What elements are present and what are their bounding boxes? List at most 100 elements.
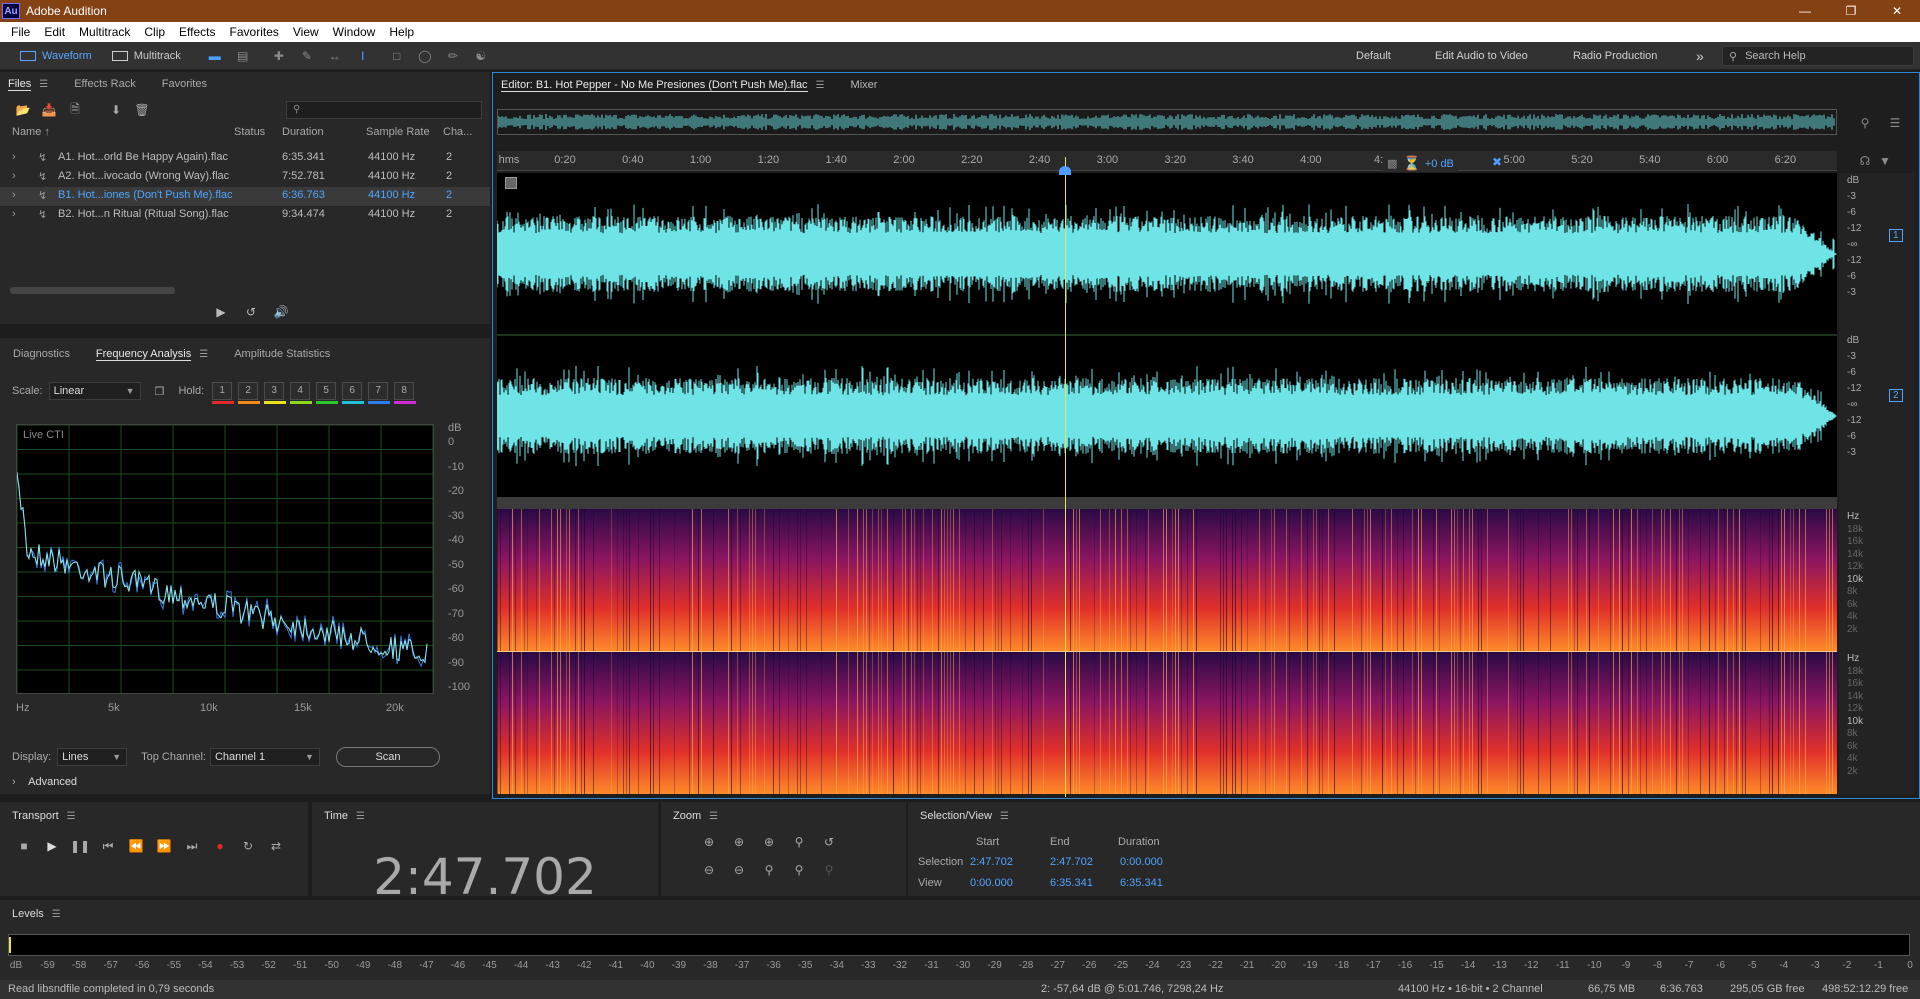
show-waveform-icon[interactable]: ▬ (207, 48, 223, 64)
spot-healing-icon[interactable]: ☯ (473, 48, 489, 64)
zoom-in-amplitude-icon[interactable]: ⊕ (701, 834, 717, 850)
pin-icon[interactable]: ✖ (1489, 154, 1505, 170)
close-icon[interactable]: ✕ (1874, 0, 1920, 22)
search-help-field[interactable]: ⚲ Search Help (1722, 46, 1914, 66)
menu-favorites[interactable]: Favorites (223, 25, 286, 39)
zoom-selection-left-icon[interactable]: ⚲ (761, 862, 777, 878)
file-search-input[interactable]: ⚲ (286, 101, 482, 119)
panel-menu-icon[interactable]: ☰ (199, 349, 208, 360)
overview-bar[interactable] (497, 109, 1837, 135)
volume-knob-icon[interactable]: ⏳ (1403, 155, 1420, 172)
zoom-in-time-icon[interactable]: ⊕ (731, 834, 747, 850)
panel-menu-icon[interactable]: ☰ (709, 811, 718, 822)
marquee-tool-icon[interactable]: □ (389, 48, 405, 64)
pause-icon[interactable]: ❚❚ (70, 838, 90, 854)
workspace-default[interactable]: Default (1356, 42, 1391, 70)
stop-icon[interactable]: ■ (16, 838, 32, 854)
tab-frequency-analysis[interactable]: Frequency Analysis ☰ (95, 348, 208, 361)
multitrack-mode-button[interactable]: Multitrack (102, 46, 191, 66)
zoom-out-full-icon[interactable]: ⚲ (821, 862, 837, 878)
new-file-icon[interactable]: 🗎 (67, 102, 83, 118)
menu-file[interactable]: File (4, 25, 37, 39)
panel-menu-icon[interactable]: ☰ (39, 79, 48, 90)
menu-window[interactable]: Window (326, 25, 383, 39)
zoom-selection-right-icon[interactable]: ⚲ (791, 862, 807, 878)
level-meter[interactable] (8, 934, 1910, 956)
skip-selection-icon[interactable]: ⇄ (268, 838, 284, 854)
file-row[interactable]: › ↯ B1. Hot...iones (Don't Push Me).flac 6:… (0, 187, 490, 206)
chevron-right-icon[interactable]: › (12, 170, 16, 182)
workspace-edit-audio-to-video[interactable]: Edit Audio to Video (1435, 42, 1528, 70)
selection-start-value[interactable]: 2:47.702 (970, 856, 1013, 868)
scale-dropdown[interactable]: Linear ▼ (48, 382, 141, 400)
zoom-reset-icon[interactable]: ↺ (821, 834, 837, 850)
open-file-icon[interactable]: 📂 (15, 102, 31, 118)
file-row[interactable]: › ↯ B2. Hot...n Ritual (Ritual Song).flac 9… (0, 206, 490, 225)
loop-preview-icon[interactable]: ↺ (243, 304, 259, 320)
tab-files[interactable]: Files ☰ (8, 78, 48, 91)
menu-help[interactable]: Help (382, 25, 421, 39)
zoom-in-both-icon[interactable]: ⊕ (761, 834, 777, 850)
panel-menu-icon[interactable]: ☰ (52, 909, 61, 920)
selection-duration-value[interactable]: 0:00.000 (1120, 856, 1163, 868)
panel-menu-icon[interactable]: ☰ (67, 811, 76, 822)
spectral-divider[interactable] (497, 497, 1837, 509)
zoom-to-selection-icon[interactable]: ⚲ (791, 834, 807, 850)
brush-tool-icon[interactable]: ✏ (445, 48, 461, 64)
tab-effects-rack[interactable]: Effects Rack (74, 78, 136, 90)
razor-tool-icon[interactable]: ✎ (299, 48, 315, 64)
menu-multitrack[interactable]: Multitrack (72, 25, 137, 39)
column-sample-rate[interactable]: Sample Rate (366, 126, 430, 138)
current-time-display[interactable]: 2:47.702 (312, 848, 658, 906)
rewind-icon[interactable]: ⏪ (128, 838, 144, 854)
show-spectral-icon[interactable]: ▤ (235, 48, 251, 64)
tab-amplitude-statistics[interactable]: Amplitude Statistics (234, 348, 330, 360)
waveform-handle-icon[interactable] (505, 177, 517, 189)
channel-badge[interactable]: 1 (1889, 229, 1903, 242)
menu-edit[interactable]: Edit (37, 25, 72, 39)
waveform-mode-button[interactable]: Waveform (10, 46, 102, 66)
skip-to-start-icon[interactable]: ⏮ (100, 838, 116, 854)
chevron-right-icon[interactable]: › (12, 151, 16, 163)
tab-mixer[interactable]: Mixer (851, 79, 878, 91)
panel-menu-icon[interactable]: ☰ (816, 80, 825, 91)
zoom-to-selection-icon[interactable]: ⚲ (1857, 115, 1873, 131)
top-channel-dropdown[interactable]: Channel 1 ▼ (209, 748, 320, 766)
menu-view[interactable]: View (286, 25, 326, 39)
loop-playback-icon[interactable]: ↻ (240, 838, 256, 854)
selection-end-value[interactable]: 2:47.702 (1050, 856, 1093, 868)
view-start-value[interactable]: 0:00.000 (970, 877, 1013, 889)
hold-button-1[interactable]: 1 (212, 382, 235, 404)
lasso-tool-icon[interactable]: ◯ (417, 48, 433, 64)
zoom-out-amplitude-icon[interactable]: ⊖ (701, 862, 717, 878)
hold-button-8[interactable]: 8 (394, 382, 417, 404)
fast-forward-icon[interactable]: ⏩ (156, 838, 172, 854)
menu-effects[interactable]: Effects (172, 25, 222, 39)
playhead[interactable] (1065, 157, 1066, 797)
column-channels[interactable]: Cha... (443, 126, 472, 138)
marker-pin-icon[interactable]: ▼ (1877, 153, 1893, 169)
play-icon[interactable]: ▶ (44, 838, 60, 854)
capture-icon[interactable]: ❐ (155, 385, 165, 398)
waveform-display[interactable] (496, 173, 1837, 497)
preview-play-icon[interactable]: ▶ (213, 304, 229, 320)
column-duration[interactable]: Duration (282, 126, 324, 138)
panel-menu-icon[interactable]: ☰ (356, 811, 365, 822)
hold-button-2[interactable]: 2 (238, 382, 261, 404)
time-selection-tool-icon[interactable]: I (355, 48, 371, 64)
restore-icon[interactable]: ❐ (1828, 0, 1874, 22)
headphones-icon[interactable]: ☊ (1857, 153, 1873, 169)
hold-button-5[interactable]: 5 (316, 382, 339, 404)
workspace-radio-production[interactable]: Radio Production (1573, 42, 1657, 70)
file-list-scrollbar[interactable] (10, 287, 175, 294)
tab-favorites[interactable]: Favorites (162, 78, 207, 90)
display-dropdown[interactable]: Lines ▼ (57, 748, 128, 766)
column-status[interactable]: Status (234, 126, 265, 138)
hold-button-3[interactable]: 3 (264, 382, 287, 404)
playhead-handle-icon[interactable] (1059, 166, 1071, 175)
tab-diagnostics[interactable]: Diagnostics (13, 348, 70, 360)
zoom-out-time-icon[interactable]: ⊖ (731, 862, 747, 878)
hold-button-4[interactable]: 4 (290, 382, 313, 404)
chevron-right-icon[interactable]: › (12, 208, 16, 220)
view-end-value[interactable]: 6:35.341 (1050, 877, 1093, 889)
